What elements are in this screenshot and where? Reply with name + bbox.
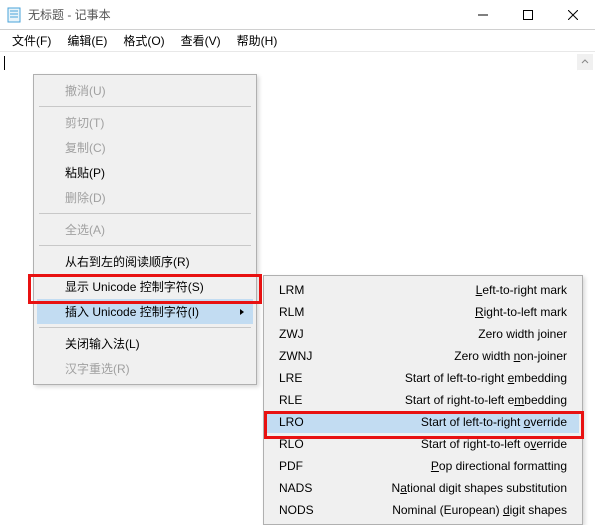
submenu-desc: Start of right-to-left embedding — [335, 393, 567, 407]
submenu-desc: Start of right-to-left override — [335, 437, 567, 451]
submenu-arrow-icon — [239, 305, 245, 319]
submenu-desc: Nominal (European) digit shapes — [335, 503, 567, 517]
submenu-desc: National digit shapes substitution — [335, 481, 567, 495]
menu-separator — [39, 245, 251, 246]
submenu-abbr: NADS — [279, 481, 335, 495]
submenu-abbr: LRE — [279, 371, 335, 385]
menu-separator — [39, 213, 251, 214]
submenu-item-nods[interactable]: NODSNominal (European) digit shapes — [267, 499, 579, 521]
submenu-abbr: LRO — [279, 415, 335, 429]
submenu-desc: Left-to-right mark — [335, 283, 567, 297]
submenu-abbr: PDF — [279, 459, 335, 473]
submenu-item-pdf[interactable]: PDFPop directional formatting — [267, 455, 579, 477]
submenu-item-lro[interactable]: LROStart of left-to-right override — [267, 411, 579, 433]
submenu-item-nads[interactable]: NADSNational digit shapes substitution — [267, 477, 579, 499]
minimize-button[interactable] — [460, 0, 505, 30]
text-caret — [4, 56, 5, 70]
menu-close-ime[interactable]: 关闭输入法(L) — [37, 331, 253, 356]
menu-cut[interactable]: 剪切(T) — [37, 110, 253, 135]
window-buttons — [460, 0, 595, 30]
notepad-icon — [6, 7, 22, 23]
submenu-abbr: RLE — [279, 393, 335, 407]
menu-reconvert[interactable]: 汉字重选(R) — [37, 356, 253, 381]
menu-show-unicode[interactable]: 显示 Unicode 控制字符(S) — [37, 274, 253, 299]
submenu-abbr: ZWNJ — [279, 349, 335, 363]
submenu-item-zwj[interactable]: ZWJZero width joiner — [267, 323, 579, 345]
menu-rtl-reading[interactable]: 从右到左的阅读顺序(R) — [37, 249, 253, 274]
submenu-desc: Zero width joiner — [335, 327, 567, 341]
submenu-desc: Start of left-to-right embedding — [335, 371, 567, 385]
menu-help[interactable]: 帮助(H) — [229, 30, 286, 51]
submenu-item-lre[interactable]: LREStart of left-to-right embedding — [267, 367, 579, 389]
menu-item-label: 插入 Unicode 控制字符(I) — [65, 305, 199, 319]
submenu-item-rlo[interactable]: RLOStart of right-to-left override — [267, 433, 579, 455]
menu-file[interactable]: 文件(F) — [4, 30, 59, 51]
submenu-abbr: RLM — [279, 305, 335, 319]
menubar: 文件(F) 编辑(E) 格式(O) 查看(V) 帮助(H) — [0, 30, 595, 52]
submenu-abbr: ZWJ — [279, 327, 335, 341]
menu-select-all[interactable]: 全选(A) — [37, 217, 253, 242]
menu-edit[interactable]: 编辑(E) — [59, 30, 115, 51]
menu-separator — [39, 327, 251, 328]
submenu-desc: Start of left-to-right override — [335, 415, 567, 429]
menu-copy[interactable]: 复制(C) — [37, 135, 253, 160]
submenu-desc: Right-to-left mark — [335, 305, 567, 319]
submenu-abbr: RLO — [279, 437, 335, 451]
submenu-abbr: NODS — [279, 503, 335, 517]
menu-undo[interactable]: 撤消(U) — [37, 78, 253, 103]
submenu-item-rlm[interactable]: RLMRight-to-left mark — [267, 301, 579, 323]
menu-separator — [39, 106, 251, 107]
maximize-button[interactable] — [505, 0, 550, 30]
submenu-item-rle[interactable]: RLEStart of right-to-left embedding — [267, 389, 579, 411]
submenu-abbr: LRM — [279, 283, 335, 297]
menu-paste[interactable]: 粘贴(P) — [37, 160, 253, 185]
scroll-up-button[interactable] — [577, 54, 593, 70]
submenu-desc: Zero width non-joiner — [335, 349, 567, 363]
submenu-item-zwnj[interactable]: ZWNJZero width non-joiner — [267, 345, 579, 367]
menu-format[interactable]: 格式(O) — [115, 30, 172, 51]
titlebar[interactable]: 无标题 - 记事本 — [0, 0, 595, 30]
submenu-desc: Pop directional formatting — [335, 459, 567, 473]
menu-delete[interactable]: 删除(D) — [37, 185, 253, 210]
menu-insert-unicode[interactable]: 插入 Unicode 控制字符(I) — [37, 299, 253, 324]
unicode-submenu: LRMLeft-to-right markRLMRight-to-left ma… — [263, 275, 583, 525]
window-title: 无标题 - 记事本 — [28, 6, 460, 23]
menu-view[interactable]: 查看(V) — [173, 30, 229, 51]
context-menu: 撤消(U) 剪切(T) 复制(C) 粘贴(P) 删除(D) 全选(A) 从右到左… — [33, 74, 257, 385]
submenu-item-lrm[interactable]: LRMLeft-to-right mark — [267, 279, 579, 301]
close-button[interactable] — [550, 0, 595, 30]
